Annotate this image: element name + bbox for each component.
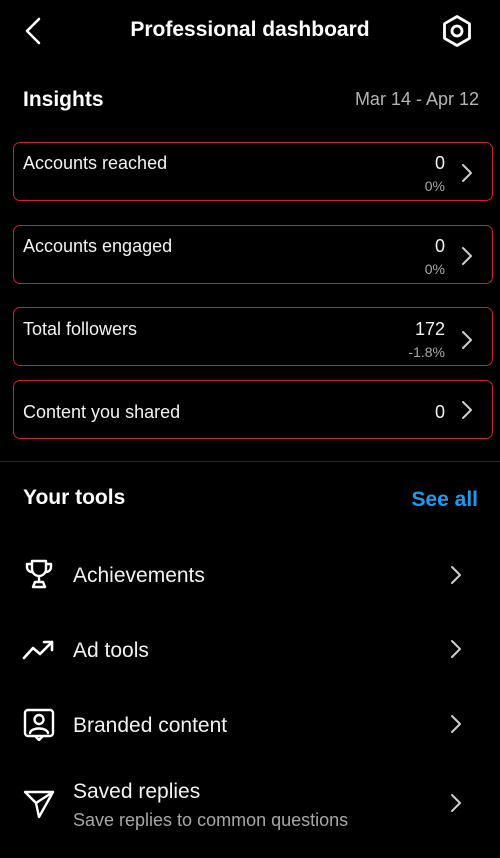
tools-title: Your tools (23, 486, 126, 509)
chevron-right-icon (462, 401, 472, 419)
insights-header: Insights Mar 14 - Apr 12 (23, 86, 479, 116)
card-change: 0% (424, 261, 445, 277)
see-all-link[interactable]: See all (411, 488, 478, 512)
chevron-right-icon (462, 164, 472, 182)
card-value: 0 (434, 402, 445, 422)
tool-item-ad-tools[interactable]: Ad tools (0, 620, 500, 680)
tool-label: Achievements (73, 564, 205, 587)
chevron-right-icon (451, 794, 461, 812)
chevron-right-icon (462, 331, 472, 349)
branded-content-icon (22, 707, 56, 741)
total-followers-card[interactable]: Total followers 172 -1.8% (13, 307, 493, 366)
accounts-engaged-card[interactable]: Accounts engaged 0 0% (13, 225, 493, 284)
chevron-right-icon (451, 640, 461, 658)
tool-item-branded-content[interactable]: Branded content (0, 695, 500, 755)
page-title: Professional dashboard (130, 18, 370, 41)
card-label: Total followers (23, 319, 138, 339)
card-label: Accounts engaged (23, 236, 173, 256)
gear-icon (443, 15, 471, 47)
tool-item-achievements[interactable]: Achievements (0, 545, 500, 605)
card-label: Accounts reached (23, 153, 168, 173)
insights-title: Insights (23, 88, 104, 111)
accounts-reached-card[interactable]: Accounts reached 0 0% (13, 142, 493, 201)
tool-label: Branded content (73, 714, 228, 737)
chevron-right-icon (451, 566, 461, 584)
settings-button[interactable] (438, 12, 476, 50)
content-shared-card[interactable]: Content you shared 0 (13, 380, 493, 439)
trophy-icon (22, 557, 56, 591)
tool-subtitle: Save replies to common questions (73, 810, 349, 830)
date-range[interactable]: Mar 14 - Apr 12 (355, 89, 479, 110)
card-value: 0 (434, 236, 445, 256)
card-change: 0% (424, 178, 445, 194)
chevron-right-icon (451, 715, 461, 733)
top-bar: Professional dashboard (0, 0, 500, 64)
tool-label: Saved replies (73, 780, 201, 803)
card-label: Content you shared (23, 402, 181, 422)
card-value: 0 (434, 153, 445, 173)
tool-item-saved-replies[interactable]: Saved replies Save replies to common que… (0, 772, 500, 836)
send-icon (22, 786, 56, 820)
card-value: 172 (414, 319, 445, 339)
card-change: -1.8% (408, 344, 445, 360)
tool-label: Ad tools (73, 639, 149, 662)
section-divider (0, 461, 500, 462)
chevron-right-icon (462, 247, 472, 265)
trending-up-icon (22, 632, 56, 666)
